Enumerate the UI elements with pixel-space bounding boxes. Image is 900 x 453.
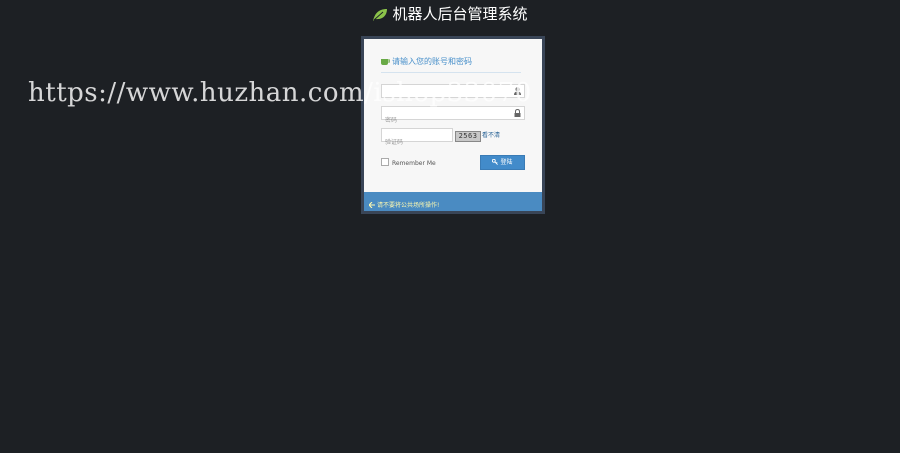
login-box: 请输入您的账号和密码 2563 看不清 Remember Me xyxy=(361,36,545,214)
forgot-link[interactable]: 请不要将公共场所操作! xyxy=(369,202,439,209)
login-toolbar: 请不要将公共场所操作! xyxy=(364,192,542,211)
login-button-label: 登陆 xyxy=(500,159,513,166)
login-button[interactable]: 登陆 xyxy=(480,155,525,170)
login-heading-text: 请输入您的账号和密码 xyxy=(392,57,472,66)
captcha-image[interactable]: 2563 xyxy=(455,131,481,142)
login-heading: 请输入您的账号和密码 xyxy=(381,56,521,73)
login-panel: 请输入您的账号和密码 2563 看不清 Remember Me xyxy=(364,39,542,211)
lock-icon xyxy=(514,109,521,117)
key-icon xyxy=(492,159,499,165)
coffee-icon xyxy=(381,59,390,65)
remember-checkbox[interactable] xyxy=(381,158,389,166)
username-field[interactable] xyxy=(381,84,525,105)
captcha-input[interactable] xyxy=(382,136,453,149)
captcha-field[interactable] xyxy=(381,128,453,149)
remember-me[interactable]: Remember Me xyxy=(381,158,436,168)
captcha-refresh-link[interactable]: 看不清 xyxy=(482,131,500,140)
app-header: 机器人后台管理系统 xyxy=(0,4,900,24)
leaf-icon xyxy=(373,9,388,21)
app-title: 机器人后台管理系统 xyxy=(392,5,528,23)
forgot-link-text: 请不要将公共场所操作! xyxy=(377,202,440,209)
remember-label: Remember Me xyxy=(392,160,436,167)
username-input[interactable] xyxy=(382,92,510,105)
arrow-left-icon xyxy=(369,202,375,208)
password-field[interactable] xyxy=(381,106,525,127)
password-input[interactable] xyxy=(382,114,510,127)
user-icon xyxy=(514,87,521,95)
